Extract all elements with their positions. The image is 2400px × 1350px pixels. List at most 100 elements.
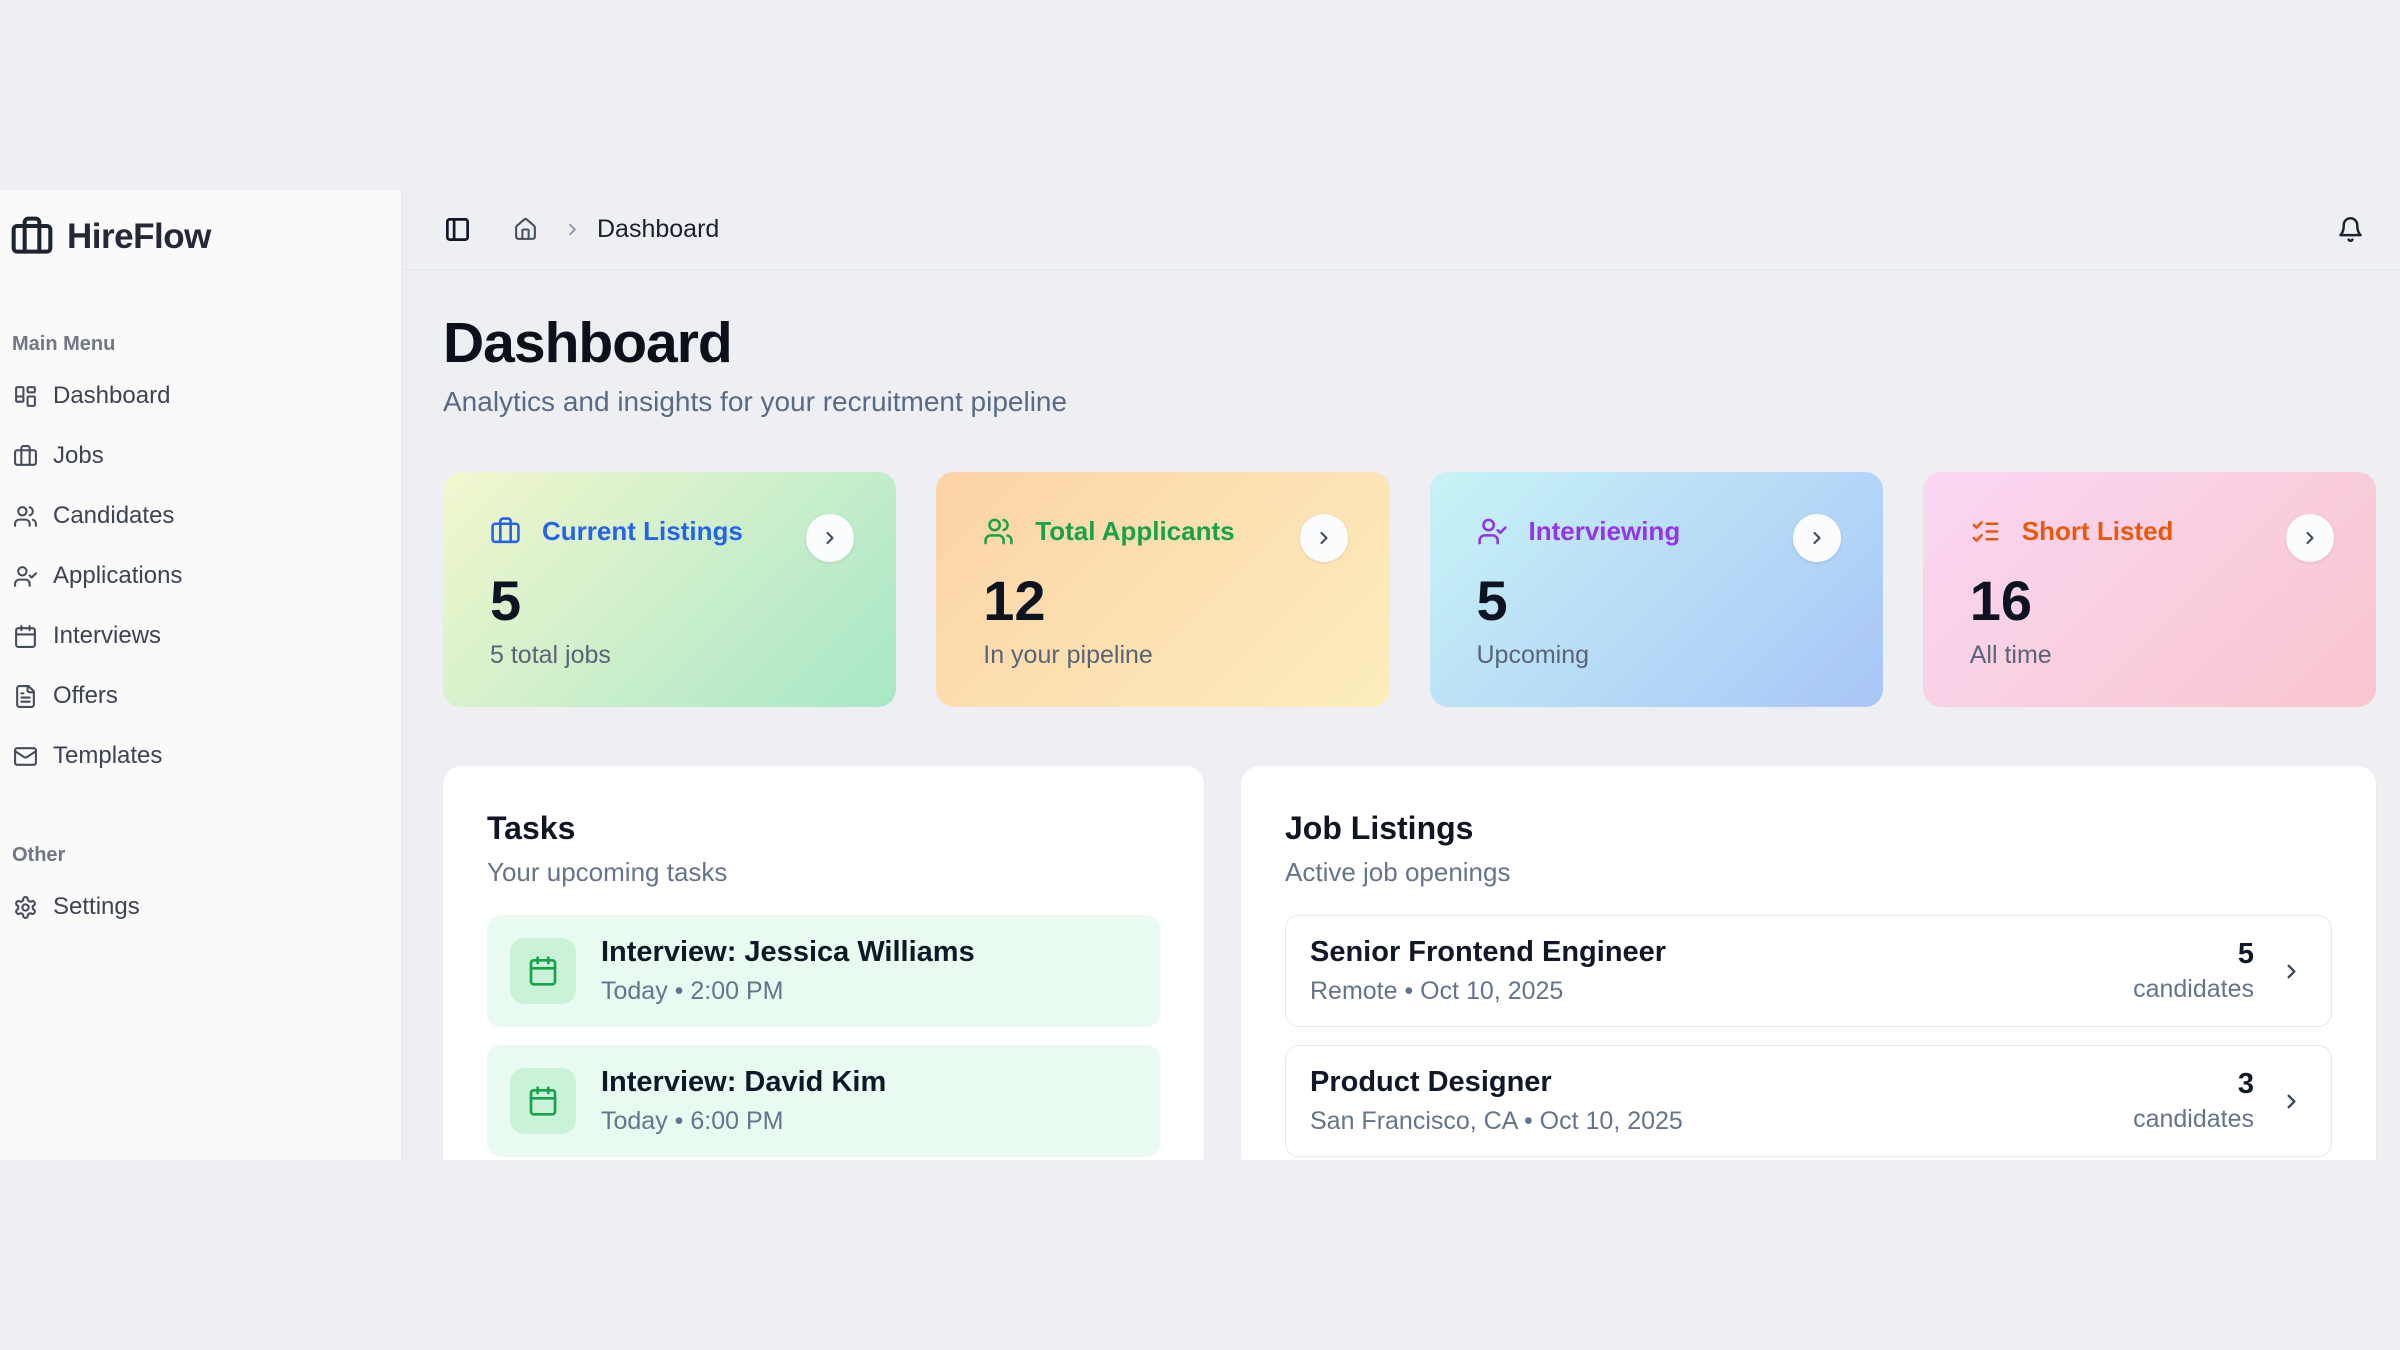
tasks-list: Interview: Jessica Williams Today • 2:00… (487, 915, 1160, 1157)
stat-value: 5 (1477, 573, 1841, 629)
users-icon (983, 516, 1014, 547)
stat-card-short-listed[interactable]: Short Listed 16 All time (1923, 472, 2376, 707)
breadcrumb-current: Dashboard (597, 215, 719, 244)
sidebar-item-candidates[interactable]: Candidates (8, 486, 391, 546)
stat-value: 16 (1970, 573, 2334, 629)
stat-card-header: Total Applicants (983, 516, 1347, 547)
briefcase-icon (13, 444, 38, 469)
sidebar-section-label-other: Other (12, 844, 391, 867)
job-info: Product Designer San Francisco, CA • Oct… (1310, 1066, 2133, 1136)
job-meta: San Francisco, CA • Oct 10, 2025 (1310, 1107, 2133, 1136)
job-count-label: candidates (2133, 1105, 2254, 1134)
job-listing-row[interactable]: Senior Frontend Engineer Remote • Oct 10… (1285, 915, 2332, 1027)
sidebar-item-label: Dashboard (53, 382, 170, 410)
chevron-right-icon (1314, 528, 1334, 548)
job-listings-subtitle: Active job openings (1285, 857, 2332, 888)
job-count-number: 3 (2133, 1068, 2254, 1101)
stat-arrow-button[interactable] (1300, 514, 1348, 562)
page-title: Dashboard (443, 315, 2376, 372)
sidebar-item-label: Jobs (53, 442, 104, 470)
job-meta: Remote • Oct 10, 2025 (1310, 977, 2133, 1006)
job-title: Product Designer (1310, 1066, 2133, 1099)
sidebar-item-templates[interactable]: Templates (8, 726, 391, 786)
job-info: Senior Frontend Engineer Remote • Oct 10… (1310, 936, 2133, 1006)
calendar-icon (527, 955, 559, 987)
stat-caption: 5 total jobs (490, 641, 854, 670)
stat-label: Interviewing (1529, 516, 1681, 547)
task-text: Interview: Jessica Williams Today • 2:00… (601, 936, 975, 1006)
job-listing-row[interactable]: Product Designer San Francisco, CA • Oct… (1285, 1045, 2332, 1157)
chevron-right-icon (2280, 960, 2303, 983)
job-count-number: 5 (2133, 938, 2254, 971)
sidebar-item-settings[interactable]: Settings (8, 877, 391, 937)
user-check-icon (1477, 516, 1508, 547)
stat-card-current-listings[interactable]: Current Listings 5 5 total jobs (443, 472, 896, 707)
sidebar-item-label: Candidates (53, 502, 174, 530)
tasks-subtitle: Your upcoming tasks (487, 857, 1160, 888)
sidebar-item-label: Interviews (53, 622, 161, 650)
stat-value: 12 (983, 573, 1347, 629)
topbar: Dashboard (402, 190, 2400, 270)
task-item[interactable]: Interview: Jessica Williams Today • 2:00… (487, 915, 1160, 1027)
stat-arrow-button[interactable] (806, 514, 854, 562)
gear-icon (13, 895, 38, 920)
task-icon-tile (510, 1068, 576, 1134)
sidebar-item-label: Offers (53, 682, 118, 710)
layout-dashboard-icon (13, 384, 38, 409)
sidebar: HireFlow Main Menu Dashboard Jobs Candid… (0, 190, 402, 1160)
stat-caption: In your pipeline (983, 641, 1347, 670)
bell-icon[interactable] (2337, 216, 2364, 243)
stat-label: Total Applicants (1035, 516, 1234, 547)
app-canvas: HireFlow Main Menu Dashboard Jobs Candid… (0, 0, 2400, 1350)
task-text: Interview: David Kim Today • 6:00 PM (601, 1066, 886, 1136)
job-listings-panel: Job Listings Active job openings Senior … (1241, 766, 2376, 1160)
sidebar-item-offers[interactable]: Offers (8, 666, 391, 726)
calendar-icon (13, 624, 38, 649)
stat-card-header: Short Listed (1970, 516, 2334, 547)
users-icon (13, 504, 38, 529)
chevron-right-icon (2300, 528, 2320, 548)
stat-value: 5 (490, 573, 854, 629)
logo: HireFlow (8, 215, 391, 259)
chevron-right-icon (2280, 1090, 2303, 1113)
task-item[interactable]: Interview: David Kim Today • 6:00 PM (487, 1045, 1160, 1157)
app-title: HireFlow (67, 217, 211, 257)
sidebar-toggle-icon[interactable] (444, 216, 471, 243)
stat-label: Current Listings (542, 516, 743, 547)
stat-cards-row: Current Listings 5 5 total jobs Total Ap… (443, 472, 2376, 707)
tasks-title: Tasks (487, 810, 1160, 847)
mail-icon (13, 744, 38, 769)
panels-row: Tasks Your upcoming tasks Interview: Jes… (443, 766, 2376, 1160)
job-listings-title: Job Listings (1285, 810, 2332, 847)
sidebar-nav-other: Settings (8, 877, 391, 937)
sidebar-item-dashboard[interactable]: Dashboard (8, 366, 391, 426)
stat-caption: Upcoming (1477, 641, 1841, 670)
sidebar-section-label-main-menu: Main Menu (12, 333, 391, 356)
briefcase-icon (490, 516, 521, 547)
sidebar-item-interviews[interactable]: Interviews (8, 606, 391, 666)
sidebar-item-label: Settings (53, 893, 140, 921)
main-area: Dashboard Dashboard Analytics and insigh… (402, 190, 2400, 1160)
job-candidate-count: 3 candidates (2133, 1068, 2254, 1134)
task-title: Interview: David Kim (601, 1066, 886, 1099)
task-icon-tile (510, 938, 576, 1004)
home-icon[interactable] (513, 217, 538, 242)
stat-card-header: Interviewing (1477, 516, 1841, 547)
stat-arrow-button[interactable] (2286, 514, 2334, 562)
stat-arrow-button[interactable] (1793, 514, 1841, 562)
sidebar-item-jobs[interactable]: Jobs (8, 426, 391, 486)
job-listings-list: Senior Frontend Engineer Remote • Oct 10… (1285, 915, 2332, 1157)
stat-card-total-applicants[interactable]: Total Applicants 12 In your pipeline (936, 472, 1389, 707)
stat-card-interviewing[interactable]: Interviewing 5 Upcoming (1430, 472, 1883, 707)
briefcase-icon (10, 215, 54, 259)
list-checks-icon (1970, 516, 2001, 547)
task-title: Interview: Jessica Williams (601, 936, 975, 969)
app-window: HireFlow Main Menu Dashboard Jobs Candid… (0, 190, 2400, 1160)
breadcrumb-chevron-icon (563, 220, 582, 239)
task-meta: Today • 6:00 PM (601, 1107, 886, 1136)
chevron-right-icon (1807, 528, 1827, 548)
calendar-icon (527, 1085, 559, 1117)
job-candidate-count: 5 candidates (2133, 938, 2254, 1004)
sidebar-item-applications[interactable]: Applications (8, 546, 391, 606)
file-text-icon (13, 684, 38, 709)
